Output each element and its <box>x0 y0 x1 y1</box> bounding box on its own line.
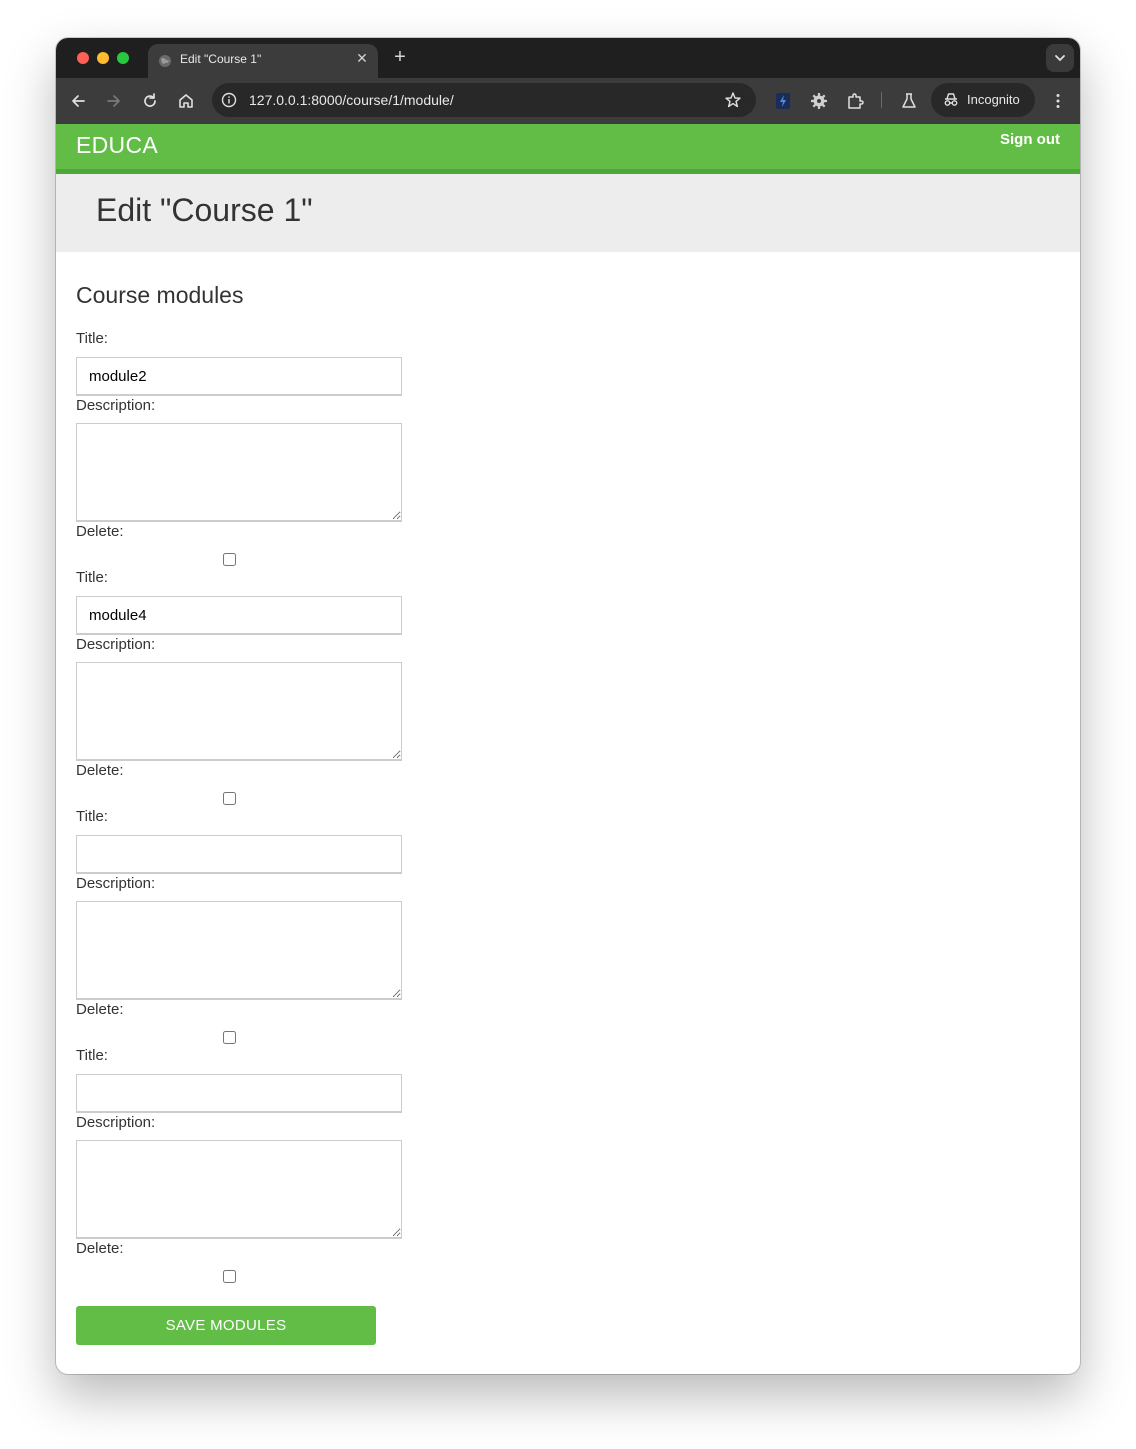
title-label: Title: <box>76 1047 108 1064</box>
labs-flask-icon[interactable] <box>899 91 919 111</box>
browser-toolbar: 127.0.0.1:8000/course/1/module/ Incognit… <box>56 78 1080 124</box>
site-logo[interactable]: EDUCA <box>76 132 158 159</box>
tab-title: Edit "Course 1" <box>180 52 262 66</box>
site-header: EDUCA Sign out <box>56 124 1080 174</box>
section-heading: Course modules <box>76 282 244 308</box>
more-menu-icon[interactable] <box>1048 91 1068 111</box>
page-title-bar: Edit "Course 1" <box>56 174 1080 252</box>
delete-label: Delete: <box>76 1001 124 1018</box>
module-title-input[interactable] <box>76 835 402 874</box>
title-label: Title: <box>76 569 108 586</box>
incognito-badge[interactable]: Incognito <box>931 83 1035 117</box>
title-label: Title: <box>76 808 108 825</box>
incognito-label: Incognito <box>967 92 1020 107</box>
module-description-textarea[interactable] <box>76 423 402 522</box>
address-bar[interactable]: 127.0.0.1:8000/course/1/module/ <box>212 83 756 117</box>
close-window-button[interactable] <box>77 52 89 64</box>
info-icon[interactable] <box>221 92 237 108</box>
browser-window: Edit "Course 1" ✕ + 127.0.0.1:8000/cours… <box>56 38 1080 1374</box>
description-label: Description: <box>76 1114 156 1131</box>
module-description-textarea[interactable] <box>76 901 402 1000</box>
incognito-icon <box>944 93 958 106</box>
delete-label: Delete: <box>76 523 124 540</box>
home-icon[interactable] <box>176 91 196 111</box>
delete-checkbox[interactable] <box>223 792 236 805</box>
new-tab-button[interactable]: + <box>390 46 410 68</box>
puzzle-icon[interactable] <box>845 91 865 111</box>
delete-checkbox[interactable] <box>223 553 236 566</box>
module-title-input[interactable] <box>76 357 402 396</box>
minimize-window-button[interactable] <box>97 52 109 64</box>
globe-icon <box>159 55 171 67</box>
module-title-input[interactable] <box>76 596 402 635</box>
delete-label: Delete: <box>76 762 124 779</box>
extension-icon[interactable] <box>773 91 793 111</box>
bookmark-star-icon[interactable] <box>724 91 742 109</box>
forward-icon[interactable] <box>104 91 124 111</box>
delete-label: Delete: <box>76 1240 124 1257</box>
tab-search-button[interactable] <box>1046 44 1074 72</box>
tab-strip: Edit "Course 1" ✕ + <box>56 38 1080 78</box>
back-icon[interactable] <box>68 91 88 111</box>
save-modules-button[interactable]: SAVE MODULES <box>76 1306 376 1345</box>
module-description-textarea[interactable] <box>76 662 402 761</box>
gear-icon[interactable] <box>809 91 829 111</box>
reload-icon[interactable] <box>140 91 160 111</box>
title-label: Title: <box>76 330 108 347</box>
delete-checkbox[interactable] <box>223 1031 236 1044</box>
module-title-input[interactable] <box>76 1074 402 1113</box>
description-label: Description: <box>76 875 156 892</box>
maximize-window-button[interactable] <box>117 52 129 64</box>
description-label: Description: <box>76 636 156 653</box>
description-label: Description: <box>76 397 156 414</box>
module-description-textarea[interactable] <box>76 1140 402 1239</box>
delete-checkbox[interactable] <box>223 1270 236 1283</box>
url-text: 127.0.0.1:8000/course/1/module/ <box>249 92 454 108</box>
browser-tab[interactable]: Edit "Course 1" ✕ <box>148 44 378 78</box>
chevron-down-icon <box>1055 55 1065 62</box>
sign-out-link[interactable]: Sign out <box>1000 131 1060 148</box>
close-tab-icon[interactable]: ✕ <box>354 50 370 68</box>
toolbar-divider <box>881 92 882 108</box>
page-title: Edit "Course 1" <box>96 192 313 228</box>
